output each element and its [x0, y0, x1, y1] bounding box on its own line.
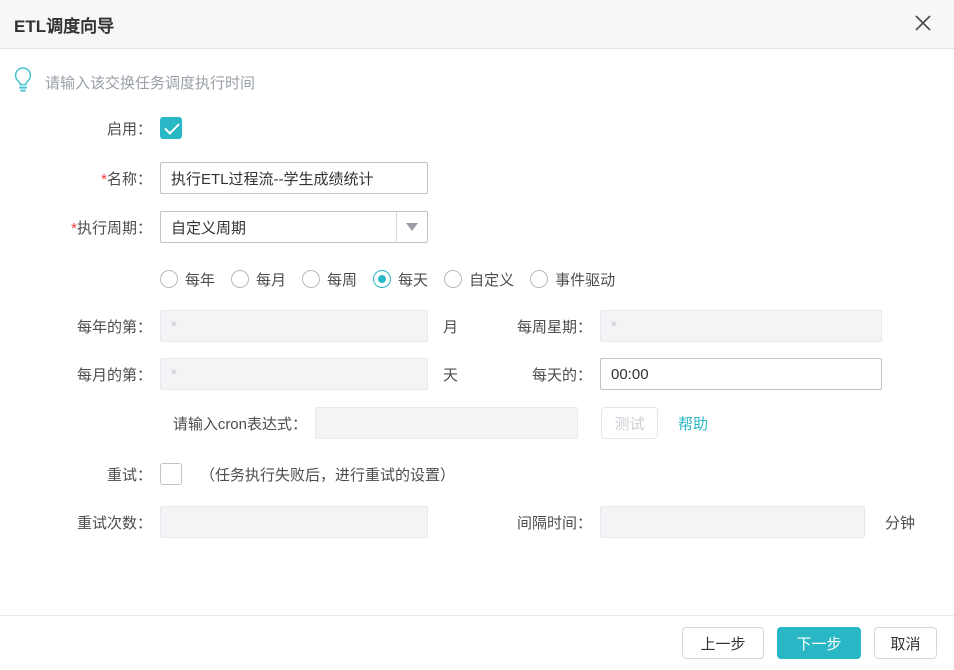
hint-text: 请输入该交换任务调度执行时间	[45, 72, 255, 93]
week-day-label: 每周星期：	[428, 316, 592, 337]
retry-count-label: 重试次数：	[0, 512, 152, 533]
radio-every-year[interactable]: 每年	[160, 269, 215, 290]
previous-step-button[interactable]: 上一步	[682, 627, 764, 659]
radio-event-driven[interactable]: 事件驱动	[530, 269, 615, 290]
cancel-button[interactable]: 取消	[874, 627, 937, 659]
name-label: *名称：	[0, 168, 152, 189]
radio-icon	[530, 270, 548, 288]
cron-input	[315, 407, 578, 439]
retry-row: 重试： （任务执行失败后，进行重试的设置）	[0, 463, 954, 485]
lightbulb-icon	[12, 65, 34, 99]
enable-label: 启用：	[0, 118, 152, 139]
interval-input	[600, 506, 865, 538]
month-day-label: 每月的第：	[0, 364, 152, 385]
close-button[interactable]	[911, 12, 935, 36]
next-step-button[interactable]: 下一步	[777, 627, 861, 659]
yearday-weekday-row: 每年的第： 月 每周星期：	[0, 310, 954, 342]
period-row: *执行周期： 自定义周期	[0, 211, 954, 243]
minute-suffix-label: 分钟	[885, 512, 915, 533]
period-label: *执行周期：	[0, 217, 152, 238]
retry-label: 重试：	[0, 464, 152, 485]
dialog-title: ETL调度向导	[14, 12, 114, 37]
radio-icon	[373, 270, 391, 288]
radio-icon	[160, 270, 178, 288]
year-day-input	[160, 310, 428, 342]
radio-every-week[interactable]: 每周	[302, 269, 357, 290]
dialog-footer: 上一步 下一步 取消	[0, 615, 954, 670]
retry-count-input	[160, 506, 428, 538]
period-select-arrow-button[interactable]	[396, 212, 427, 242]
retry-note: （任务执行失败后，进行重试的设置）	[200, 464, 455, 485]
week-day-input	[600, 310, 882, 342]
radio-every-month[interactable]: 每月	[231, 269, 286, 290]
cron-help-link[interactable]: 帮助	[678, 413, 708, 434]
radio-every-day[interactable]: 每天	[373, 269, 428, 290]
cron-row: 请输入cron表达式： 测试 帮助	[0, 407, 954, 439]
close-icon	[913, 13, 933, 36]
daily-time-input[interactable]	[600, 358, 882, 390]
radio-icon	[302, 270, 320, 288]
retrycount-interval-row: 重试次数： 间隔时间： 分钟	[0, 506, 954, 538]
frequency-radio-group: 每年 每月 每周 每天 自定义 事件驱动	[0, 269, 954, 289]
hint-row: 请输入该交换任务调度执行时间	[12, 66, 954, 98]
cron-label: 请输入cron表达式：	[0, 413, 307, 434]
name-input[interactable]	[160, 162, 428, 194]
interval-label: 间隔时间：	[428, 512, 592, 533]
daily-time-label: 每天的：	[428, 364, 592, 385]
period-select-value: 自定义周期	[161, 217, 396, 238]
monthday-dailytime-row: 每月的第： 天 每天的：	[0, 358, 954, 390]
radio-icon	[444, 270, 462, 288]
dialog-header: ETL调度向导	[0, 0, 954, 49]
month-day-input	[160, 358, 428, 390]
enable-row: 启用：	[0, 117, 954, 139]
period-select[interactable]: 自定义周期	[160, 211, 428, 243]
enable-checkbox[interactable]	[160, 117, 182, 139]
radio-icon	[231, 270, 249, 288]
year-day-label: 每年的第：	[0, 316, 152, 337]
cron-test-button[interactable]: 测试	[601, 407, 658, 439]
radio-custom[interactable]: 自定义	[444, 269, 514, 290]
retry-checkbox[interactable]	[160, 463, 182, 485]
name-row: *名称：	[0, 162, 954, 194]
etl-schedule-wizard-dialog: ETL调度向导 请输入该交换任务调度执行时间 启用： *名称：	[0, 0, 954, 670]
chevron-down-icon	[406, 223, 418, 231]
